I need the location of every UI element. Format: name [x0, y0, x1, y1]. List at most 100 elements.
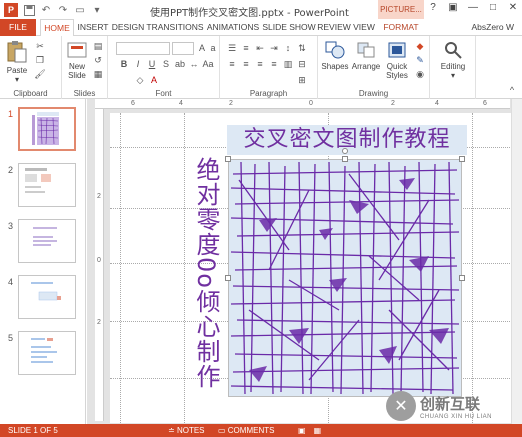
align-center-icon[interactable]: ≡ — [240, 58, 252, 70]
user-account[interactable]: AbsZero W — [471, 19, 514, 36]
convert-to-smartart-icon[interactable]: ⊞ — [296, 74, 308, 86]
tab-slide-show[interactable]: SLIDE SHOW — [262, 19, 316, 36]
window-controls: ? ▣ — □ ✕ — [426, 2, 520, 13]
increase-indent-icon[interactable]: ⇥ — [268, 42, 280, 54]
tab-transitions[interactable]: TRANSITIONS — [146, 19, 204, 36]
editing-group: Editing ▾ — [430, 36, 476, 99]
numbering-icon[interactable]: ≡ — [240, 42, 252, 54]
resize-handle[interactable] — [225, 275, 231, 281]
character-spacing-icon[interactable]: ↔ — [188, 58, 200, 70]
watermark: ✕ 创新互联 CHUANG XIN HU LIAN — [386, 386, 522, 426]
change-case-icon[interactable]: Aa — [202, 58, 214, 70]
tab-view[interactable]: VIEW — [352, 19, 376, 36]
slide-thumbnail-1[interactable] — [18, 107, 76, 151]
bullets-icon[interactable]: ☰ — [226, 42, 238, 54]
powerpoint-logo-icon: P — [4, 3, 18, 17]
italic-icon[interactable]: I — [132, 58, 144, 70]
cut-icon[interactable]: ✂ — [34, 40, 46, 52]
line-spacing-icon[interactable]: ↕ — [282, 42, 294, 54]
columns-icon[interactable]: ▥ — [282, 58, 294, 70]
quick-styles-button[interactable]: Quick Styles — [382, 40, 412, 80]
minimize-icon[interactable]: — — [466, 2, 480, 13]
shape-outline-icon[interactable]: ✎ — [414, 54, 426, 66]
save-icon[interactable] — [23, 4, 35, 16]
slide-thumbnails-panel: 1 2 3 4 5 — [0, 99, 86, 424]
slide-thumbnail-4[interactable] — [18, 275, 76, 319]
resize-handle[interactable] — [342, 156, 348, 162]
thumbnail-preview — [25, 168, 51, 193]
start-slideshow-icon[interactable]: ▭ — [74, 4, 86, 16]
font-size-select[interactable] — [172, 42, 194, 55]
layout-icon[interactable]: ▤ — [92, 40, 104, 52]
font-name-select[interactable] — [116, 42, 170, 55]
strikethrough-icon[interactable]: ab — [174, 58, 186, 70]
align-right-icon[interactable]: ≡ — [254, 58, 266, 70]
resize-handle[interactable] — [225, 156, 231, 162]
ribbon-display-options-icon[interactable]: ▣ — [446, 2, 460, 13]
redo-icon[interactable]: ↷ — [57, 4, 69, 16]
copy-icon[interactable]: ❐ — [34, 54, 46, 66]
slide-thumbnail-3[interactable] — [18, 219, 76, 263]
thumbnail-preview — [31, 338, 57, 363]
justify-icon[interactable]: ≡ — [268, 58, 280, 70]
section-icon[interactable]: ▦ — [92, 68, 104, 80]
shape-fill-icon[interactable]: ◆ — [414, 40, 426, 52]
editing-button[interactable]: Editing ▾ — [436, 40, 470, 80]
slide-canvas[interactable]: 交叉密文图制作教程 绝对零度0o倾心制作 — [110, 113, 512, 423]
text-direction-icon[interactable]: ⇅ — [296, 42, 308, 54]
help-icon[interactable]: ? — [426, 2, 440, 13]
paragraph-group-label: Paragraph — [249, 89, 288, 98]
vertical-scrollbar[interactable] — [511, 99, 522, 424]
tab-file[interactable]: FILE — [0, 19, 36, 36]
reset-icon[interactable]: ↺ — [92, 54, 104, 66]
maximize-icon[interactable]: □ — [486, 2, 500, 13]
shapes-icon — [325, 41, 345, 59]
ruler-number: 6 — [483, 100, 487, 107]
customize-toolbar-icon[interactable]: ▾ — [91, 4, 103, 16]
align-text-icon[interactable]: ⊟ — [296, 58, 308, 70]
slides-group-label: Slides — [73, 89, 96, 98]
slide-thumbnail-2[interactable] — [18, 163, 76, 207]
paste-button[interactable]: Paste ▾ — [4, 40, 30, 84]
shapes-button[interactable]: Shapes — [320, 40, 350, 71]
vertical-text-box[interactable]: 绝对零度0o倾心制作 — [192, 157, 224, 417]
tab-animations[interactable]: ANIMATIONS — [205, 19, 261, 36]
tab-design[interactable]: DESIGN — [111, 19, 145, 36]
rotate-handle[interactable] — [342, 148, 348, 154]
underline-icon[interactable]: U — [146, 58, 158, 70]
slide-sorter-icon[interactable]: ▦ — [314, 424, 322, 437]
align-left-icon[interactable]: ≡ — [226, 58, 238, 70]
close-icon[interactable]: ✕ — [506, 2, 520, 13]
font-color-icon[interactable]: A — [148, 74, 160, 86]
shadow-icon[interactable]: S — [160, 58, 172, 70]
decrease-indent-icon[interactable]: ⇤ — [254, 42, 266, 54]
shape-effects-icon[interactable]: ◉ — [414, 68, 426, 80]
notes-button[interactable]: ≐ NOTES — [168, 424, 205, 437]
format-painter-icon[interactable]: 🖌 — [34, 68, 46, 80]
tab-home[interactable]: HOME — [40, 19, 74, 37]
clear-formatting-icon[interactable]: ◇ — [134, 74, 146, 86]
undo-icon[interactable]: ↶ — [40, 4, 52, 16]
ribbon: Paste ▾ ✂ ❐ 🖌 Clipboard New Slide ▤ ↺ ▦ … — [0, 36, 522, 99]
tab-format[interactable]: FORMAT — [378, 19, 424, 36]
comments-button[interactable]: ▭ COMMENTS — [218, 424, 274, 437]
cross-cipher-picture[interactable] — [228, 159, 462, 397]
quick-styles-icon — [388, 42, 406, 58]
ruler-number: 2 — [391, 100, 395, 107]
ruler-number: 4 — [435, 100, 439, 107]
watermark-subtext: CHUANG XIN HU LIAN — [420, 413, 493, 420]
normal-view-icon[interactable]: ▣ — [298, 424, 306, 437]
tab-insert[interactable]: INSERT — [76, 19, 110, 36]
slide-thumbnail-5[interactable] — [18, 331, 76, 375]
bold-icon[interactable]: B — [118, 58, 130, 70]
slide-number: 2 — [8, 165, 14, 175]
arrange-button[interactable]: Arrange — [350, 40, 382, 71]
resize-handle[interactable] — [459, 275, 465, 281]
new-slide-button[interactable]: New Slide — [64, 40, 90, 80]
paragraph-group: ☰ ≡ ⇤ ⇥ ↕ ⇅ ≡ ≡ ≡ ≡ ▥ ⊟ ⊞ Paragraph — [220, 36, 318, 99]
decrease-font-size-icon[interactable]: a — [207, 42, 219, 54]
tab-review[interactable]: REVIEW — [317, 19, 351, 36]
thumbnail-preview — [33, 227, 57, 246]
collapse-ribbon-icon[interactable]: ^ — [506, 84, 518, 96]
resize-handle[interactable] — [459, 156, 465, 162]
